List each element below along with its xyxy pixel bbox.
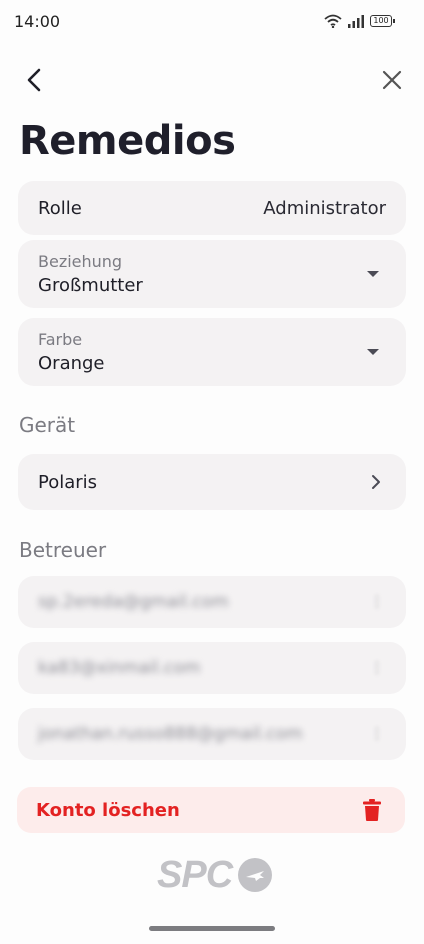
logo-text: SPC — [157, 853, 233, 896]
nav-bar — [0, 60, 424, 100]
relationship-label: Beziehung — [38, 252, 123, 271]
battery-icon: 100 — [370, 15, 395, 27]
carer-email: jonathan.russo888@gmail.com — [38, 724, 303, 744]
delete-account-label: Konto löschen — [36, 799, 180, 821]
device-name: Polaris — [38, 471, 98, 493]
close-icon[interactable] — [380, 68, 404, 92]
relationship-value: Großmutter — [38, 275, 143, 296]
more-icon: ⋮ — [370, 594, 384, 610]
delete-account-button[interactable]: Konto löschen — [17, 787, 405, 833]
color-label: Farbe — [38, 330, 83, 349]
carer-row[interactable]: sp.2ereda@gmail.com ⋮ — [18, 576, 406, 628]
carer-row[interactable]: jonathan.russo888@gmail.com ⋮ — [18, 708, 406, 760]
status-icons: 100 — [324, 14, 395, 28]
home-indicator[interactable] — [149, 926, 275, 931]
chevron-left-icon[interactable] — [22, 66, 48, 94]
color-dropdown[interactable]: Farbe Orange — [18, 318, 406, 386]
more-icon: ⋮ — [370, 660, 384, 676]
carer-email: ka83@xinmail.com — [38, 658, 201, 678]
trash-icon — [363, 799, 381, 821]
caret-down-icon — [367, 349, 379, 355]
airplane-badge-icon — [238, 858, 273, 892]
carer-email: sp.2ereda@gmail.com — [38, 592, 229, 612]
role-row: Rolle Administrator — [18, 181, 406, 235]
status-time: 14:00 — [14, 11, 61, 31]
signal-icon — [348, 14, 364, 28]
caret-down-icon — [367, 271, 379, 277]
device-row[interactable]: Polaris — [18, 454, 406, 510]
carer-row[interactable]: ka83@xinmail.com ⋮ — [18, 642, 406, 694]
more-icon: ⋮ — [370, 726, 384, 742]
role-value: Administrator — [263, 197, 386, 219]
status-bar: 14:00 100 — [0, 0, 424, 42]
carers-section-title: Betreuer — [19, 538, 107, 562]
relationship-dropdown[interactable]: Beziehung Großmutter — [18, 240, 406, 308]
brand-logo: SPC — [157, 853, 273, 896]
chevron-right-icon — [372, 475, 380, 489]
color-value: Orange — [38, 353, 105, 374]
device-section-title: Gerät — [19, 413, 76, 437]
wifi-icon — [324, 14, 342, 28]
role-label: Rolle — [38, 197, 82, 219]
page-title: Remedios — [19, 118, 236, 164]
